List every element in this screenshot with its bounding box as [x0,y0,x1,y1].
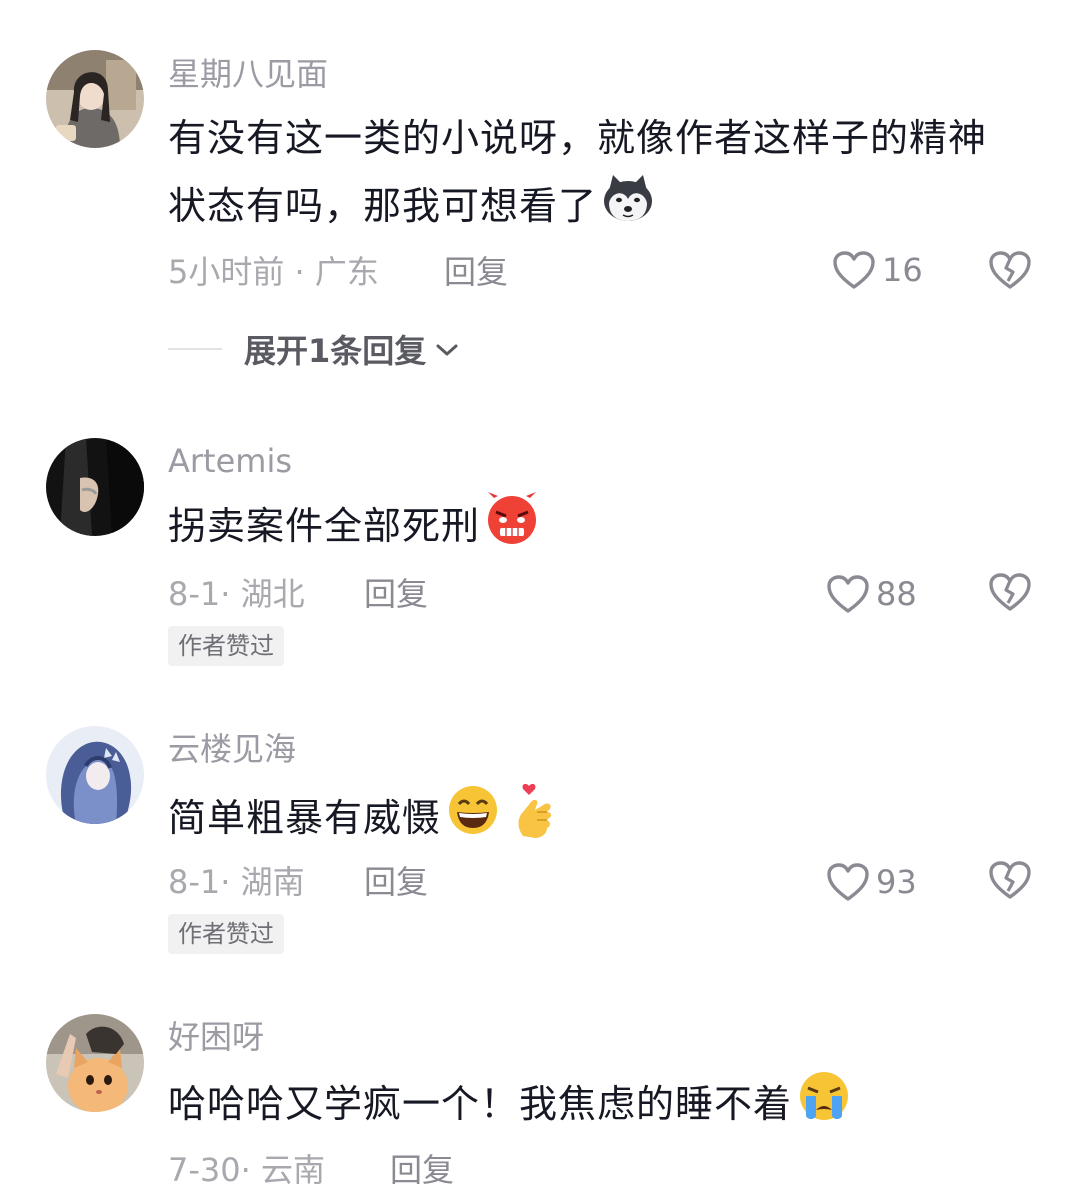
like-button[interactable]: 16 [832,250,923,290]
username[interactable]: 星期八见面 [168,54,328,94]
heart-icon [832,250,876,290]
broken-heart-icon [988,250,1032,290]
heart-icon [826,862,870,902]
comment-text-line: 状态有吗，那我可想看了 [168,172,1038,244]
comment-text: 简单粗暴有威慑 [168,782,1038,859]
comment-meta: 8-1· 湖南 [168,863,305,901]
divider [168,348,222,350]
grin-emoji-icon [445,784,501,857]
author-liked-badge: 作者赞过 [168,914,284,954]
like-button[interactable]: 88 [826,574,917,614]
dislike-button[interactable] [988,572,1032,616]
comment-text-line: 拐卖案件全部死刑 [168,504,481,548]
comment-text-line: 有没有这一类的小说呀，就像作者这样子的精神 [168,116,988,160]
comment-meta: 7-30· 云南 [168,1151,325,1189]
author-liked-badge: 作者赞过 [168,626,284,666]
username[interactable]: 云楼见海 [168,729,296,769]
like-button[interactable]: 93 [826,862,917,902]
heart-icon [826,574,870,614]
crying-face-emoji-icon [796,1070,852,1143]
avatar[interactable] [46,50,144,148]
expand-replies-button[interactable]: 展开1条回复 [168,326,460,372]
reply-button[interactable]: 回复 [364,574,428,614]
broken-heart-icon [988,572,1032,612]
like-count: 88 [876,575,917,613]
avatar[interactable] [46,726,144,824]
comment-text: 拐卖案件全部死刑 [168,492,1038,565]
comment-meta: 8-1· 湖北 [168,575,305,613]
comment-text: 有没有这一类的小说呀，就像作者这样子的精神 状态有吗，那我可想看了 [168,104,1038,244]
comment-text: 哈哈哈又学疯一个！我焦虑的睡不着 [168,1070,1038,1143]
username[interactable]: 好困呀 [168,1017,264,1057]
broken-heart-icon [988,860,1032,900]
comment-meta: 5小时前 · 广东 [168,253,379,291]
username[interactable]: Artemis [168,441,292,481]
avatar[interactable] [46,438,144,536]
chevron-down-icon [434,330,460,368]
dislike-button[interactable] [988,250,1032,294]
angry-face-emoji-icon [484,492,540,565]
comment-text-line: 哈哈哈又学疯一个！我焦虑的睡不着 [168,1082,793,1126]
reply-button[interactable]: 回复 [390,1150,454,1190]
finger-heart-emoji-icon [513,782,557,859]
avatar[interactable] [46,1014,144,1112]
reply-button[interactable]: 回复 [364,862,428,902]
reply-button[interactable]: 回复 [444,252,508,292]
expand-replies-label: 展开1条回复 [244,332,427,370]
comment-text-line: 简单粗暴有威慑 [168,796,442,840]
like-count: 93 [876,863,917,901]
dislike-button[interactable] [988,860,1032,904]
husky-emoji-icon [601,173,655,244]
like-count: 16 [882,251,923,289]
